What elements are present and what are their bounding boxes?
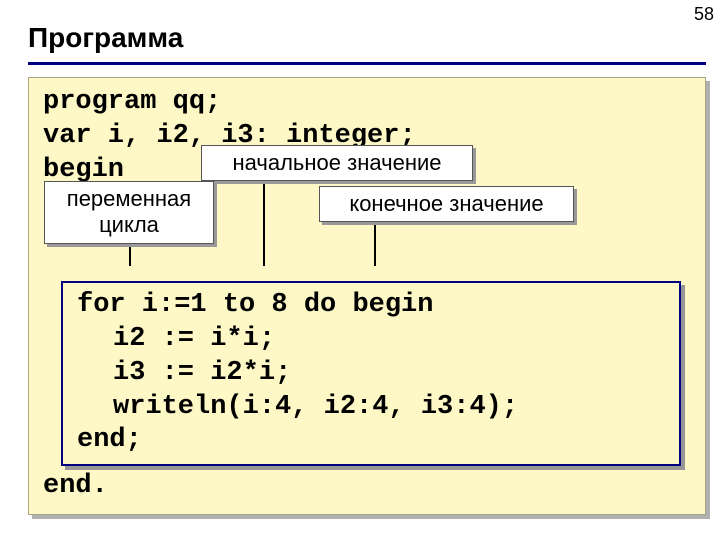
code-end: end.: [43, 470, 691, 504]
callout-loop-variable: переменная цикла: [44, 181, 214, 244]
inner-code-box: for i:=1 to 8 do begin i2 := i*i; i3 := …: [61, 281, 681, 466]
inner-line-4: writeln(i:4, i2:4, i3:4);: [113, 391, 665, 425]
connector-var: [129, 246, 131, 266]
inner-line-1: for i:=1 to 8 do begin: [77, 289, 665, 323]
inner-line-2: i2 := i*i;: [113, 323, 665, 357]
callout-initial-value: начальное значение: [201, 145, 473, 181]
code-line-1: program qq;: [43, 86, 691, 120]
code-box: program qq; var i, i2, i3: integer; begi…: [28, 77, 706, 515]
inner-line-3: i3 := i2*i;: [113, 357, 665, 391]
connector-initial: [263, 178, 265, 266]
code-container: program qq; var i, i2, i3: integer; begi…: [28, 77, 706, 515]
inner-line-5: end;: [77, 424, 665, 458]
page-number: 58: [694, 4, 714, 25]
page-title: Программа: [0, 0, 720, 62]
callout-final-value: конечное значение: [319, 186, 574, 222]
connector-final: [374, 218, 376, 266]
inner-code-container: for i:=1 to 8 do begin i2 := i*i; i3 := …: [61, 281, 681, 466]
title-divider: [28, 62, 706, 65]
